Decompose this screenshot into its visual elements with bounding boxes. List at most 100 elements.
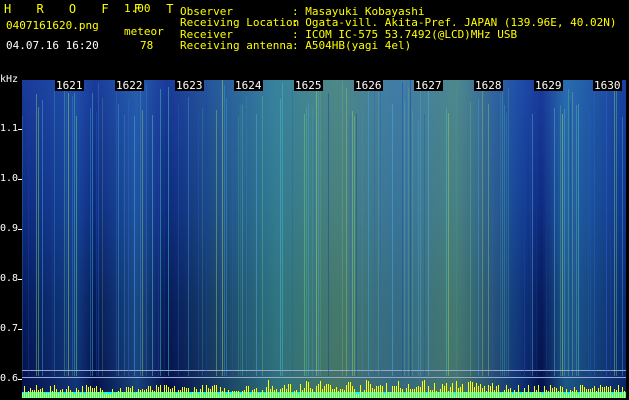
spectrogram-streak <box>142 110 143 376</box>
meteor-bar <box>60 390 61 398</box>
spectrogram-streak <box>220 85 221 376</box>
spectrogram-streak <box>134 116 135 376</box>
meteor-bar <box>180 390 181 398</box>
meteor-bar <box>484 386 485 398</box>
spectrogram-streak <box>560 105 561 376</box>
meteor-bar <box>284 385 285 398</box>
meteor-bar <box>324 386 325 398</box>
meteor-bar <box>214 385 215 398</box>
spectrogram-streak <box>178 105 179 376</box>
meteor-bar <box>262 390 263 398</box>
spectrogram-streak <box>90 108 91 376</box>
spectrogram-streak <box>342 81 343 376</box>
meteor-bar <box>512 394 513 398</box>
spectrogram-streak <box>418 119 419 376</box>
meteor-bar <box>208 388 209 398</box>
meteor-bar <box>360 385 361 398</box>
spectrogram-streak <box>312 107 313 376</box>
meteor-bar <box>606 386 607 398</box>
meteor-bar <box>220 387 221 398</box>
meteor-bar <box>280 389 281 398</box>
meteor-bar <box>340 389 341 398</box>
meteor-bar <box>238 391 239 398</box>
meteor-bar <box>450 387 451 398</box>
meteor-bar <box>482 388 483 398</box>
meteor-bar <box>394 386 395 398</box>
meteor-bar <box>476 383 477 398</box>
spectrogram-streak <box>238 117 239 376</box>
spectrogram-streak <box>152 115 153 376</box>
meteor-bar <box>358 394 359 398</box>
spectrogram-streak <box>570 102 571 376</box>
spectrogram-streak <box>402 82 403 376</box>
meteor-bar <box>50 386 51 398</box>
app-title: H R O F F T <box>4 2 183 16</box>
meteor-bar <box>112 389 113 398</box>
meteor-bar <box>464 392 465 398</box>
meteor-bar <box>170 389 171 398</box>
spectrogram-streak <box>596 104 597 376</box>
meteor-bar <box>434 383 435 398</box>
spectrogram-streak <box>98 83 99 376</box>
meteor-bar <box>536 390 537 398</box>
meteor-bar <box>578 394 579 398</box>
meteor-bar <box>172 388 173 398</box>
spectrogram-streak <box>280 99 281 376</box>
meteor-bar <box>66 389 67 398</box>
meteor-bar <box>384 394 385 398</box>
y-label-0-8: 0.8 <box>0 273 19 284</box>
meteor-bar <box>368 381 369 398</box>
meteor-bar <box>370 384 371 398</box>
meteor-bar <box>376 386 377 398</box>
meteor-bar <box>154 391 155 398</box>
spectrogram-streak <box>562 114 563 376</box>
spectrogram-streak <box>232 96 233 376</box>
meteor-bar <box>302 390 303 398</box>
spectrogram-streak <box>408 88 409 376</box>
meteor-bar <box>542 394 543 398</box>
spectrogram-streak <box>412 110 413 376</box>
meteor-bar <box>158 387 159 398</box>
spectrogram-streak <box>36 94 37 376</box>
meteor-bar <box>386 383 387 398</box>
spectrogram-streak <box>482 90 483 376</box>
meteor-bar <box>256 388 257 398</box>
meteor-bar <box>304 388 305 398</box>
meteor-bar <box>552 388 553 398</box>
spectrogram-streak <box>536 101 537 376</box>
meteor-bar <box>268 380 269 398</box>
spectrogram-streak <box>346 88 347 376</box>
meteor-bar <box>334 389 335 398</box>
meteor-bar <box>120 388 121 398</box>
meteor-bar <box>612 394 613 398</box>
meteor-bar <box>508 389 509 398</box>
meteor-bar <box>188 388 189 398</box>
meteor-bar <box>426 393 427 398</box>
meteor-bar <box>614 389 615 398</box>
app-version: 1.00 <box>124 2 151 15</box>
meteor-bar <box>428 386 429 398</box>
y-tick <box>18 129 22 130</box>
meteor-bar <box>540 392 541 398</box>
meteor-bar <box>54 385 55 398</box>
y-axis-unit: kHz <box>0 74 19 85</box>
meteor-bar <box>222 391 223 398</box>
meteor-bar <box>28 391 29 398</box>
spectrogram-streak <box>478 99 479 376</box>
meteor-bar <box>604 387 605 398</box>
meteor-bar <box>264 393 265 398</box>
meteor-bar <box>126 387 127 398</box>
meteor-bar <box>194 387 195 398</box>
meteor-bar <box>396 386 397 398</box>
meteor-bar <box>338 391 339 398</box>
meteor-bar <box>52 391 53 398</box>
meteor-bar <box>114 393 115 398</box>
meteor-bar <box>128 387 129 398</box>
spectrogram-streak <box>64 90 65 376</box>
meteor-bar <box>440 389 441 398</box>
meteor-bar <box>420 387 421 398</box>
meteor-bar <box>74 394 75 398</box>
meteor-bar <box>286 389 287 398</box>
meteor-bar <box>424 380 425 398</box>
meteor-bar <box>444 386 445 398</box>
